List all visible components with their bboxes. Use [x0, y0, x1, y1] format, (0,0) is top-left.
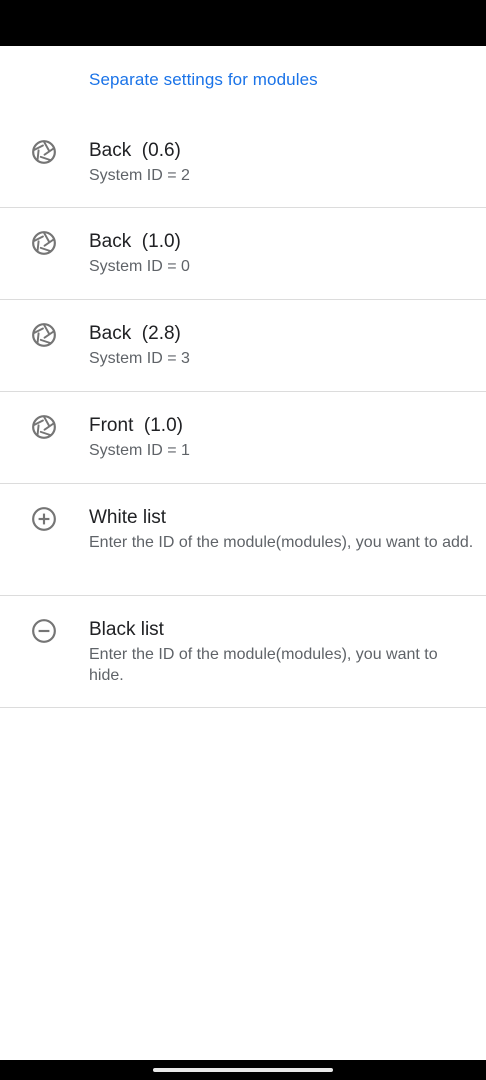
white-list-title: White list [89, 507, 167, 528]
preferences-list: Separate settings for modules Back (0.6)… [0, 46, 486, 708]
black-list-title: Black list [89, 619, 164, 640]
add-circle-icon [32, 507, 56, 531]
module-item-summary: System ID = 1 [89, 442, 190, 459]
module-item-back-1[interactable]: Back (1.0) System ID = 0 [0, 208, 486, 300]
white-list-item[interactable]: White list Enter the ID of the module(mo… [0, 484, 486, 596]
navigation-bar [0, 1060, 486, 1080]
section-header: Separate settings for modules [0, 46, 486, 116]
section-title: Separate settings for modules [89, 70, 318, 89]
module-item-summary: System ID = 2 [89, 167, 190, 184]
module-item-front[interactable]: Front (1.0) System ID = 1 [0, 392, 486, 484]
black-list-summary: Enter the ID of the module(modules), you… [89, 646, 438, 684]
module-item-title: Back (1.0) [89, 231, 181, 252]
status-bar [0, 0, 486, 46]
shutter-icon [32, 415, 56, 439]
home-gesture-handle[interactable] [153, 1068, 333, 1072]
shutter-icon [32, 140, 56, 164]
module-item-title: Back (2.8) [89, 323, 181, 344]
module-item-summary: System ID = 3 [89, 350, 190, 367]
shutter-icon [32, 231, 56, 255]
module-item-title: Back (0.6) [89, 140, 181, 161]
module-item-summary: System ID = 0 [89, 258, 190, 275]
black-list-item[interactable]: Black list Enter the ID of the module(mo… [0, 596, 486, 708]
module-item-back-0[interactable]: Back (0.6) System ID = 2 [0, 116, 486, 208]
remove-circle-icon [32, 619, 56, 643]
module-item-title: Front (1.0) [89, 415, 183, 436]
shutter-icon [32, 323, 56, 347]
module-item-back-2[interactable]: Back (2.8) System ID = 3 [0, 300, 486, 392]
white-list-summary: Enter the ID of the module(modules), you… [89, 534, 474, 551]
